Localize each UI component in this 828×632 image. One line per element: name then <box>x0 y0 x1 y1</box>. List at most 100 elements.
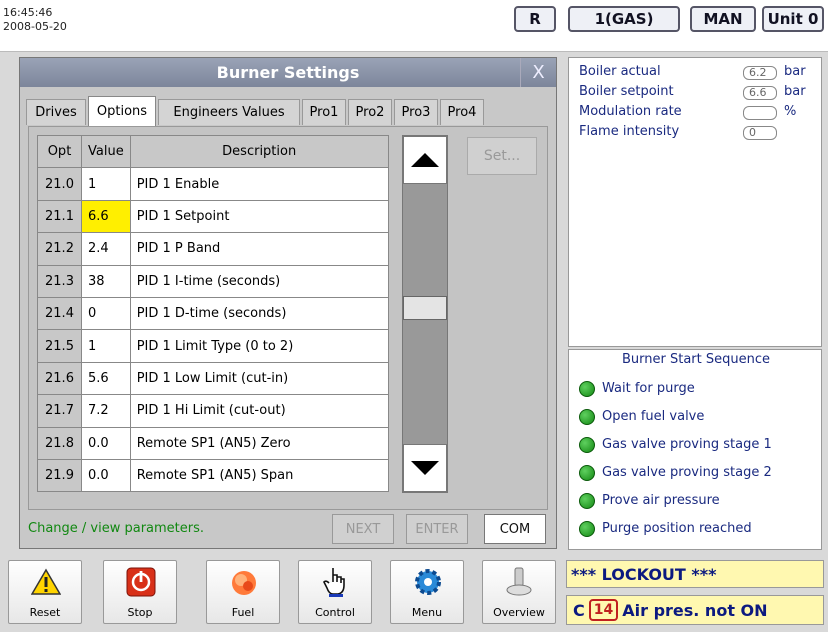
scroll-up-button[interactable] <box>403 136 447 184</box>
menu-label: Menu <box>411 606 443 619</box>
set-button[interactable]: Set... <box>467 137 537 175</box>
row-description: PID 1 D-time (seconds) <box>129 296 389 331</box>
sequence-step: Open fuel valve <box>602 409 705 424</box>
table-row[interactable]: 21.7 7.2 PID 1 Hi Limit (cut-out) <box>37 394 389 428</box>
row-description: PID 1 Setpoint <box>129 199 389 234</box>
table-row[interactable]: 21.1 6.6 PID 1 Setpoint <box>37 199 389 234</box>
sequence-step: Prove air pressure <box>602 493 720 508</box>
row-value: 0 <box>81 296 131 331</box>
remote-mode-button[interactable]: R <box>514 6 556 32</box>
reading-value: 0 <box>743 126 777 140</box>
row-opt: 21.1 <box>37 199 82 234</box>
options-panel: Opt Value Description 21.0 1 PID 1 Enable … <box>28 126 548 510</box>
alarm-text: Air pres. not ON <box>622 600 768 620</box>
overview-label: Overview <box>493 606 545 619</box>
hand-pointer-icon <box>321 567 351 597</box>
gear-icon <box>413 567 443 597</box>
row-description: Remote SP1 (AN5) Span <box>129 458 389 493</box>
reset-label: Reset <box>29 606 61 619</box>
row-value: 1 <box>81 167 131 201</box>
alarm-message[interactable]: C 14 Air pres. not ON <box>566 595 824 625</box>
sequence-step: Wait for purge <box>602 381 695 396</box>
row-description: PID 1 P Band <box>129 232 389 266</box>
top-bar: 16:45:46 2008-05-20 R 1(GAS) MAN Unit 0 <box>0 0 828 52</box>
column-header-value: Value <box>81 134 131 169</box>
scrollbar-thumb[interactable] <box>403 296 447 320</box>
tab-drives[interactable]: Drives <box>26 99 86 125</box>
close-icon: X <box>532 62 545 83</box>
fuel-label: Fuel <box>231 606 255 619</box>
reset-button[interactable]: Reset <box>8 560 82 624</box>
status-led-icon <box>579 493 595 509</box>
next-button[interactable]: NEXT <box>332 514 394 544</box>
table-row[interactable]: 21.0 1 PID 1 Enable <box>37 167 389 201</box>
manual-mode-button[interactable]: MAN <box>690 6 756 32</box>
reading-label: Boiler setpoint <box>579 84 674 99</box>
reading-unit: bar <box>784 64 806 79</box>
row-value: 5.6 <box>81 361 131 396</box>
tab-pro4[interactable]: Pro4 <box>440 99 484 125</box>
alarm-code-badge: 14 <box>588 599 619 621</box>
reading-value: 6.6 <box>743 86 777 100</box>
reading-unit: bar <box>784 84 806 99</box>
table-row[interactable]: 21.4 0 PID 1 D-time (seconds) <box>37 296 389 331</box>
table-row[interactable]: 21.2 2.4 PID 1 P Band <box>37 232 389 266</box>
arrow-down-icon <box>411 461 439 475</box>
reading-unit: % <box>784 104 797 119</box>
table-scrollbar[interactable] <box>402 135 448 493</box>
row-value: 7.2 <box>81 394 131 428</box>
table-row[interactable]: 21.5 1 PID 1 Limit Type (0 to 2) <box>37 329 389 363</box>
table-row[interactable]: 21.9 0.0 Remote SP1 (AN5) Span <box>37 458 389 493</box>
lockout-banner: *** LOCKOUT *** <box>566 560 824 588</box>
scroll-down-button[interactable] <box>403 444 447 492</box>
reading-label: Flame intensity <box>579 124 680 139</box>
fuel-button[interactable]: Fuel <box>206 560 280 624</box>
burner-start-sequence-panel: Burner Start Sequence Wait for purge Ope… <box>568 349 822 550</box>
enter-button[interactable]: ENTER <box>406 514 468 544</box>
tab-options[interactable]: Options <box>88 96 156 126</box>
overview-button[interactable]: Overview <box>482 560 556 624</box>
stop-label: Stop <box>127 606 153 619</box>
clock-date: 2008-05-20 <box>3 20 67 33</box>
row-opt: 21.2 <box>37 232 82 266</box>
reading-value <box>743 106 777 120</box>
warning-icon <box>31 567 61 597</box>
row-value-selected: 6.6 <box>81 199 131 234</box>
row-value: 1 <box>81 329 131 363</box>
tab-engineers-values[interactable]: Engineers Values <box>158 99 300 125</box>
clock-time: 16:45:46 <box>3 6 53 19</box>
tab-pro3[interactable]: Pro3 <box>394 99 438 125</box>
control-button[interactable]: Control <box>298 560 372 624</box>
status-led-icon <box>579 465 595 481</box>
row-value: 2.4 <box>81 232 131 266</box>
status-led-icon <box>579 521 595 537</box>
boiler-icon <box>505 567 535 597</box>
row-opt: 21.5 <box>37 329 82 363</box>
dialog-title: Burner Settings <box>20 58 556 87</box>
table-row[interactable]: 21.8 0.0 Remote SP1 (AN5) Zero <box>37 426 389 460</box>
sequence-title: Burner Start Sequence <box>621 352 770 367</box>
arrow-up-icon <box>411 153 439 167</box>
row-opt: 21.4 <box>37 296 82 331</box>
flame-icon <box>229 567 259 597</box>
row-opt: 21.8 <box>37 426 82 460</box>
sequence-step: Gas valve proving stage 2 <box>602 465 772 480</box>
close-button[interactable]: X <box>520 58 556 87</box>
row-value: 38 <box>81 264 131 298</box>
reading-label: Boiler actual <box>579 64 661 79</box>
column-header-opt: Opt <box>37 134 82 169</box>
table-row[interactable]: 21.3 38 PID 1 I-time (seconds) <box>37 264 389 298</box>
row-opt: 21.0 <box>37 167 82 201</box>
reading-label: Modulation rate <box>579 104 682 119</box>
sequence-step: Purge position reached <box>602 521 752 536</box>
status-text: Change / view parameters. <box>28 521 205 536</box>
unit-select-button[interactable]: Unit 0 <box>762 6 824 32</box>
row-opt: 21.9 <box>37 458 82 493</box>
tab-pro2[interactable]: Pro2 <box>348 99 392 125</box>
com-button[interactable]: COM <box>484 514 546 544</box>
tab-pro1[interactable]: Pro1 <box>302 99 346 125</box>
stop-button[interactable]: Stop <box>103 560 177 624</box>
table-row[interactable]: 21.6 5.6 PID 1 Low Limit (cut-in) <box>37 361 389 396</box>
menu-button[interactable]: Menu <box>390 560 464 624</box>
fuel-select-button[interactable]: 1(GAS) <box>568 6 680 32</box>
